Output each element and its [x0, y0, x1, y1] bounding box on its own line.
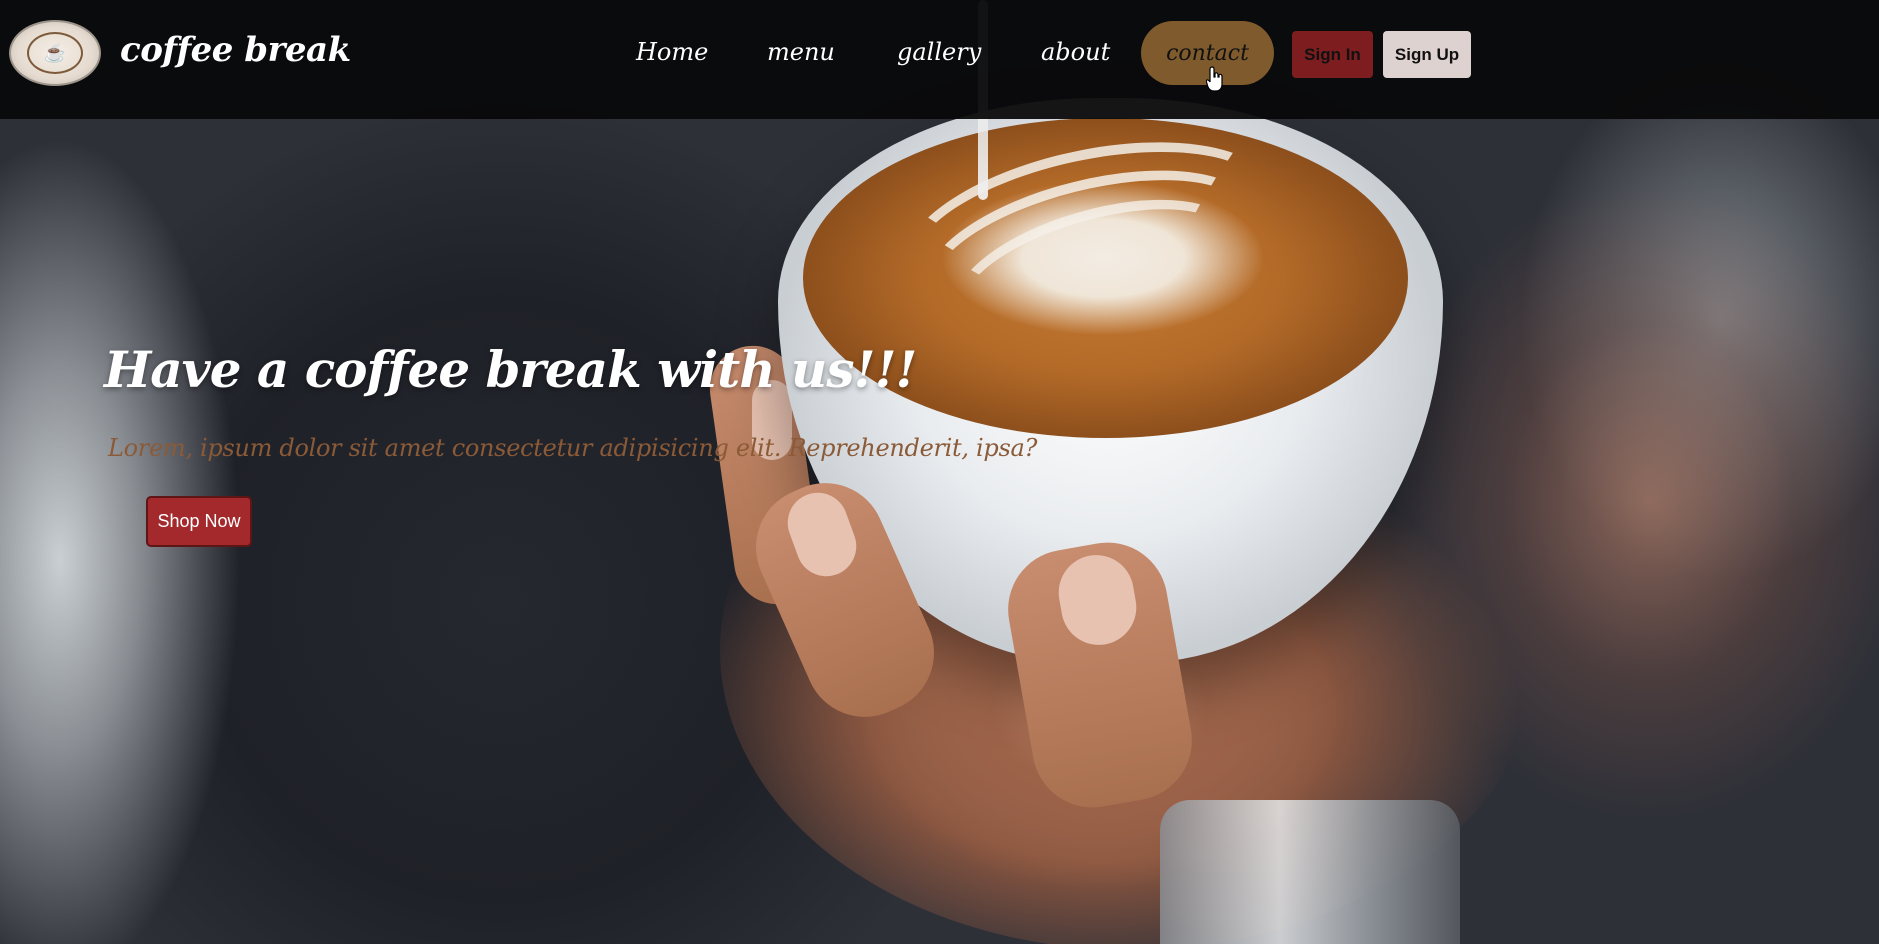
- nav-link-gallery[interactable]: gallery: [897, 38, 981, 66]
- navbar: ☕ coffee break Home menu gallery about c…: [0, 0, 1879, 119]
- shop-now-button[interactable]: Shop Now: [146, 496, 252, 547]
- nav-link-home[interactable]: Home: [636, 38, 708, 66]
- nav-link-about[interactable]: about: [1041, 38, 1110, 66]
- hero-background-image: [0, 0, 1879, 944]
- wristwatch-image: [1160, 800, 1460, 944]
- coffee-cup-logo-icon: ☕: [27, 32, 83, 74]
- hero-title: Have a coffee break with us!!!: [104, 340, 917, 399]
- hero-subtitle: Lorem, ipsum dolor sit amet consectetur …: [108, 434, 1038, 462]
- hand-pointer-cursor-icon: [1206, 66, 1223, 92]
- sign-in-button[interactable]: Sign In: [1292, 31, 1373, 78]
- brand-name[interactable]: coffee break: [120, 30, 351, 74]
- logo-icon[interactable]: ☕: [9, 20, 101, 86]
- nav-link-menu[interactable]: menu: [767, 38, 835, 66]
- sign-up-button[interactable]: Sign Up: [1383, 31, 1471, 78]
